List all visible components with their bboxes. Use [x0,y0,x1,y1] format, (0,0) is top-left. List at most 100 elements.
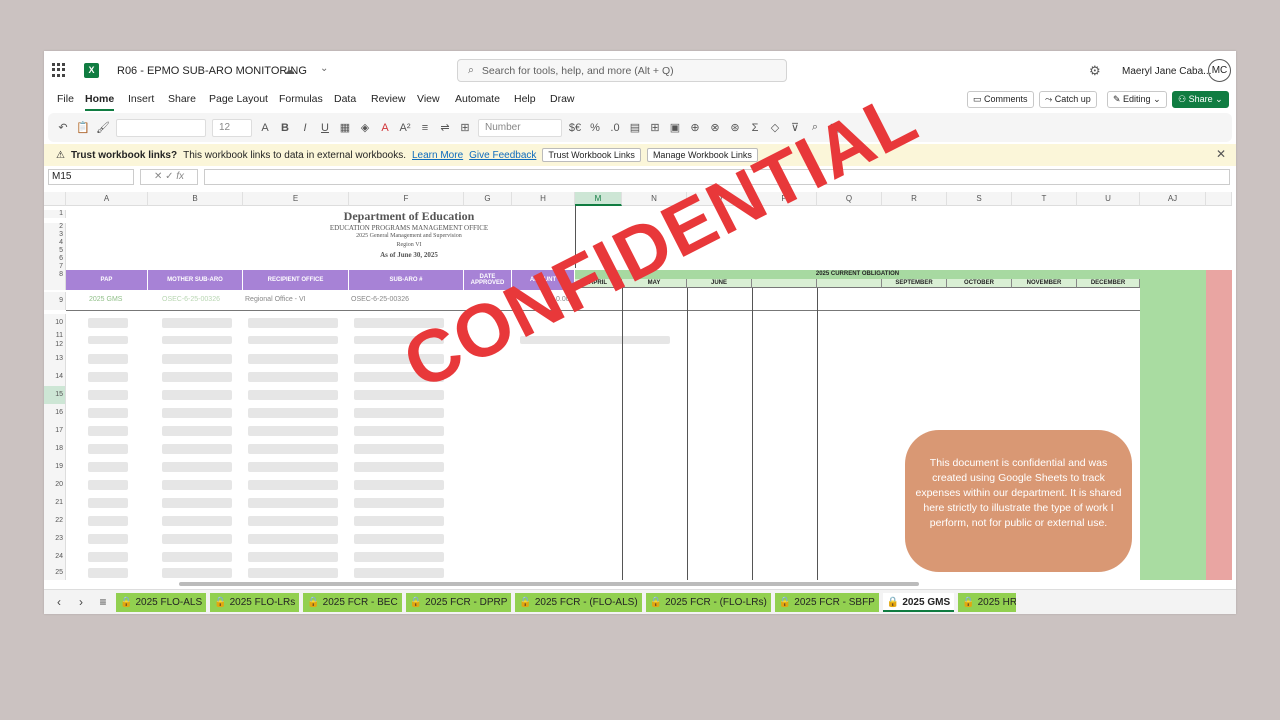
row-header[interactable]: 9 [44,292,66,310]
app-launcher-icon[interactable] [52,63,66,77]
number-format-select[interactable]: Number [478,118,562,137]
cell-recipient-office[interactable]: Regional Office - VI [245,296,306,303]
share-button[interactable]: ⚇ Share ⌄ [1172,91,1229,108]
row-header[interactable]: 7 [44,263,66,271]
user-name[interactable]: Maeryl Jane Caba... [1122,66,1212,77]
undo-icon[interactable]: ↶ [56,121,70,134]
row-header[interactable]: 12 [44,341,66,350]
conditional-format-icon[interactable]: ▤ [628,121,642,134]
sheet-tab[interactable]: 🔒 2025 FLO-ALS [116,592,207,612]
sheet-tab[interactable]: 🔒 2025 FCR - (FLO-ALS) [515,592,642,612]
row-header-selected[interactable]: 15 [44,386,66,404]
select-all-corner[interactable] [44,192,66,206]
column-header[interactable]: S [947,192,1012,206]
wrap-text-icon[interactable]: ⇌ [438,121,452,134]
column-header[interactable]: AJ [1140,192,1206,206]
menu-view[interactable]: View [417,93,440,105]
currency-icon[interactable]: $€ [568,122,582,134]
bold-icon[interactable]: B [278,122,292,134]
close-icon[interactable]: ✕ [1216,147,1226,161]
format-cells-icon[interactable]: ⊛ [728,121,742,134]
row-header[interactable]: 3 [44,231,66,239]
settings-gear-icon[interactable]: ⚙ [1089,63,1101,79]
format-painter-icon[interactable]: 🖌 [96,121,110,134]
menu-data[interactable]: Data [334,93,356,105]
row-header[interactable]: 5 [44,247,66,255]
name-box[interactable]: M15 [48,169,134,185]
sheet-tab[interactable]: 🔒 2025 FCR - DPRP [405,592,512,612]
font-size-select[interactable]: 12 [212,118,252,137]
trust-links-button[interactable]: Trust Workbook Links [542,148,641,162]
cell-styles-icon[interactable]: ▣ [668,121,682,134]
menu-insert[interactable]: Insert [128,93,154,105]
increase-font-icon[interactable]: A [258,122,272,134]
italic-icon[interactable]: I [298,122,312,134]
delete-cells-icon[interactable]: ⊗ [708,121,722,134]
avatar[interactable]: MC [1208,59,1231,82]
document-title[interactable]: R06 - EPMO SUB-ARO MONITORING [117,65,307,77]
row-header[interactable]: 23 [44,530,66,548]
editing-button[interactable]: ✎ Editing ⌄ [1107,91,1167,108]
column-header[interactable]: T [1012,192,1077,206]
row-header[interactable]: 1 [44,210,66,218]
merge-icon[interactable]: ⊞ [458,121,472,134]
cell-subaro-number[interactable]: OSEC-6-25-00326 [351,296,409,303]
row-header[interactable]: 20 [44,476,66,494]
search-box[interactable]: ⌕ Search for tools, help, and more (Alt … [457,59,787,82]
menu-formulas[interactable]: Formulas [279,93,323,105]
percent-icon[interactable]: % [588,122,602,134]
horizontal-scrollbar[interactable] [179,582,919,586]
column-header-selected[interactable]: M [575,192,622,206]
column-header[interactable]: G [464,192,512,206]
row-header[interactable]: 10 [44,314,66,332]
chevron-down-icon[interactable]: ⌄ [320,63,328,74]
row-header[interactable]: 13 [44,350,66,368]
learn-more-link[interactable]: Learn More [412,150,463,161]
menu-automate[interactable]: Automate [455,93,500,105]
row-header[interactable]: 11 [44,332,66,341]
font-name-select[interactable] [116,118,206,137]
column-header[interactable] [1206,192,1232,206]
row-header[interactable]: 17 [44,422,66,440]
menu-home[interactable]: Home [85,93,115,111]
borders-icon[interactable]: ▦ [338,121,352,134]
next-sheet-icon[interactable]: › [72,595,90,609]
catch-up-button[interactable]: ⤳ Catch up [1039,91,1097,108]
row-header[interactable]: 22 [44,512,66,530]
cell-mother-subaro[interactable]: OSEC-6-25-00326 [162,296,220,303]
row-header[interactable]: 16 [44,404,66,422]
sheet-tab[interactable]: 🔒 2025 FLO-LRs [210,592,300,612]
row-header[interactable]: 4 [44,239,66,247]
row-header[interactable]: 8 [44,271,66,290]
cell-pap[interactable]: 2025 GMS [89,296,122,303]
give-feedback-link[interactable]: Give Feedback [469,150,536,161]
insert-cells-icon[interactable]: ⊕ [688,121,702,134]
sheet-tab[interactable]: 🔒 2025 FCR - (FLO-LRs) [645,592,771,612]
row-header[interactable]: 21 [44,494,66,512]
decimal-icon[interactable]: .0 [608,122,622,134]
row-header[interactable]: 25 [44,566,66,580]
all-sheets-icon[interactable]: ≡ [94,595,112,609]
menu-review[interactable]: Review [371,93,405,105]
row-header[interactable]: 18 [44,440,66,458]
row-header[interactable]: 6 [44,255,66,263]
menu-file[interactable]: File [57,93,74,105]
formula-controls[interactable]: ✕ ✓ fx [140,169,198,185]
column-header[interactable]: U [1077,192,1140,206]
menu-page-layout[interactable]: Page Layout [209,93,268,105]
column-header[interactable]: R [882,192,947,206]
sheet-tab[interactable]: 🔒 2025 FCR - BEC [303,592,402,612]
font-color-icon[interactable]: A [378,122,392,134]
paste-icon[interactable]: 📋 [76,121,90,134]
column-header[interactable]: B [148,192,243,206]
table-icon[interactable]: ⊞ [648,121,662,134]
row-header[interactable]: 19 [44,458,66,476]
menu-share[interactable]: Share [168,93,196,105]
autosum-icon[interactable]: Σ [748,122,762,134]
align-icon[interactable]: ≡ [418,122,432,134]
row-header[interactable]: 24 [44,548,66,566]
sheet-tab-active[interactable]: 🔒 2025 GMS [882,592,955,612]
menu-draw[interactable]: Draw [550,93,575,105]
sheet-tab[interactable]: 🔒 2025 FCR - SBFP [774,592,879,612]
superscript-icon[interactable]: A² [398,122,412,134]
